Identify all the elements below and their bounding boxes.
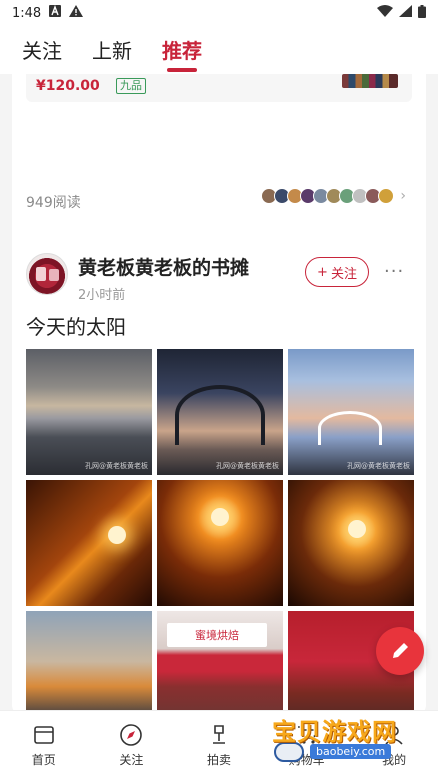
- product-thumbnail: [342, 74, 398, 88]
- photo-orange-sun[interactable]: [157, 480, 283, 606]
- shop-sign: 蜜境烘焙: [167, 623, 267, 647]
- nav-following-label: 关注: [119, 753, 144, 767]
- tab-new-arrivals[interactable]: 上新: [92, 35, 132, 64]
- reader-avatars[interactable]: ›: [261, 188, 406, 204]
- nav-auction[interactable]: 拍卖: [175, 711, 263, 780]
- site-watermark: 宝贝游戏网 baobeiy.com: [262, 712, 432, 770]
- compose-button[interactable]: [376, 627, 424, 675]
- watermark-title: 宝贝游戏网: [272, 718, 397, 746]
- nav-auction-label: 拍卖: [206, 753, 231, 767]
- wifi-icon: [377, 5, 393, 21]
- photo-river-sunset[interactable]: [288, 480, 414, 606]
- photo-bridge-road[interactable]: 孔网@黄老板黄老板: [157, 349, 283, 475]
- more-options-icon[interactable]: ···: [384, 261, 404, 282]
- sun-shape: [348, 520, 366, 538]
- photo-watermark: 孔网@黄老板黄老板: [216, 462, 279, 470]
- photo-city-skyline[interactable]: [26, 611, 152, 710]
- tab-following[interactable]: 关注: [22, 35, 62, 64]
- post-card[interactable]: 黄老板黄老板的书摊 2小时前 + 关注 ··· 今天的太阳 孔网@黄老板黄老板 …: [12, 235, 426, 710]
- product-preview[interactable]: ¥120.00 九品: [26, 74, 412, 102]
- follow-label: 关注: [330, 266, 357, 282]
- bridge-shape: [318, 411, 382, 445]
- bridge-shape: [175, 385, 265, 445]
- feed[interactable]: ¥120.00 九品 949阅读 › 转发 评论: [0, 74, 438, 710]
- status-bar: 1:48: [0, 0, 438, 26]
- photo-arch-bridge[interactable]: 孔网@黄老板黄老板: [288, 349, 414, 475]
- pencil-icon: [393, 643, 408, 658]
- condition-badge: 九品: [116, 78, 146, 94]
- battery-icon: [418, 4, 426, 22]
- photo-watermark: 孔网@黄老板黄老板: [347, 462, 410, 470]
- photo-bakery-shop[interactable]: 蜜境烘焙: [157, 611, 283, 710]
- tab-recommended[interactable]: 推荐: [162, 35, 202, 64]
- nav-home-label: 首页: [31, 753, 56, 767]
- sun-shape: [108, 526, 126, 544]
- author-avatar[interactable]: [26, 253, 68, 295]
- notification-a-icon: [49, 5, 62, 21]
- sun-shape: [211, 508, 229, 526]
- watermark-url: baobeiy.com: [310, 744, 392, 759]
- top-tabs: 关注 上新 推荐: [0, 26, 438, 74]
- follow-button[interactable]: + 关注: [305, 257, 369, 287]
- compass-icon: [120, 724, 143, 746]
- status-time: 1:48: [12, 5, 42, 21]
- photo-watermark: 孔网@黄老板黄老板: [85, 462, 148, 470]
- product-price: ¥120.00: [36, 78, 100, 94]
- nav-following[interactable]: 关注: [88, 711, 176, 780]
- author-name[interactable]: 黄老板黄老板的书摊: [78, 253, 249, 280]
- gavel-icon: [212, 725, 225, 744]
- nav-home[interactable]: 首页: [0, 711, 88, 780]
- warning-icon: [69, 5, 84, 21]
- post-text: 今天的太阳: [26, 315, 126, 339]
- signal-icon: [399, 5, 412, 21]
- read-count: 949阅读: [26, 195, 81, 211]
- photo-harbor-sunset[interactable]: 孔网@黄老板黄老板: [26, 349, 152, 475]
- chevron-right-icon: ›: [400, 188, 406, 204]
- plus-icon: +: [317, 264, 328, 280]
- photo-tree-sunset[interactable]: [26, 480, 152, 606]
- home-icon: [33, 726, 54, 744]
- photo-grid: 孔网@黄老板黄老板 孔网@黄老板黄老板 孔网@黄老板黄老板 蜜境烘焙: [26, 349, 414, 710]
- reader-avatar: [378, 188, 395, 204]
- post-time: 2小时前: [78, 288, 126, 303]
